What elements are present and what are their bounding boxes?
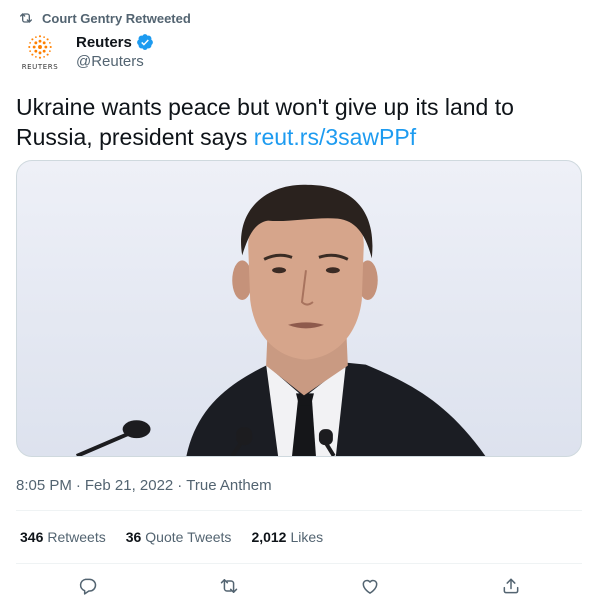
retweet-context[interactable]: Court Gentry Retweeted: [18, 9, 191, 27]
avatar-wordmark: REUTERS: [21, 63, 59, 71]
likes-stat[interactable]: 2,012 Likes: [251, 529, 323, 545]
retweet-icon: [20, 13, 32, 23]
retweets-stat[interactable]: 346 Retweets: [20, 529, 106, 545]
retweets-label: Retweets: [47, 529, 106, 545]
retweet-icon: [220, 579, 238, 593]
meta-separator: ·: [75, 476, 81, 494]
retweet-button[interactable]: [217, 574, 241, 598]
share-button[interactable]: [499, 574, 523, 598]
tweet-media-image[interactable]: [16, 160, 582, 457]
tweet-date[interactable]: Feb 21, 2022: [85, 477, 173, 494]
photo-speaker-at-podium: [75, 184, 486, 456]
divider: [16, 563, 582, 564]
tweet-stats: 346 Retweets 36 Quote Tweets 2,012 Likes: [20, 527, 343, 547]
tweet-source[interactable]: True Anthem: [186, 477, 271, 494]
tweet-text: Ukraine wants peace but won't give up it…: [16, 92, 582, 152]
reply-icon: [79, 578, 97, 595]
tweet-link[interactable]: reut.rs/3sawPPf: [254, 124, 416, 150]
likes-label: Likes: [290, 529, 324, 545]
author-handle[interactable]: @Reuters: [76, 53, 154, 70]
author-name[interactable]: Reuters: [76, 34, 132, 51]
retweets-count: 346: [20, 529, 44, 545]
tweet-actions: [0, 572, 598, 600]
tweet-meta: 8:05 PM · Feb 21, 2022 · True Anthem: [16, 475, 272, 495]
like-button[interactable]: [358, 574, 382, 598]
verified-badge-icon: [136, 34, 153, 50]
like-icon: [362, 579, 378, 594]
retweet-context-label: Court Gentry Retweeted: [42, 10, 191, 26]
avatar[interactable]: REUTERS: [16, 34, 64, 82]
share-icon: [503, 578, 519, 594]
likes-count: 2,012: [251, 529, 287, 545]
author-block: Reuters @Reuters: [76, 32, 154, 70]
reply-button[interactable]: [76, 574, 100, 598]
meta-separator: ·: [177, 476, 183, 494]
quote-tweets-label: Quote Tweets: [145, 529, 232, 545]
reuters-logo-icon: [28, 35, 52, 59]
quote-tweets-stat[interactable]: 36 Quote Tweets: [126, 529, 232, 545]
tweet-time[interactable]: 8:05 PM: [16, 477, 72, 494]
divider: [16, 510, 582, 511]
quote-tweets-count: 36: [125, 529, 142, 545]
